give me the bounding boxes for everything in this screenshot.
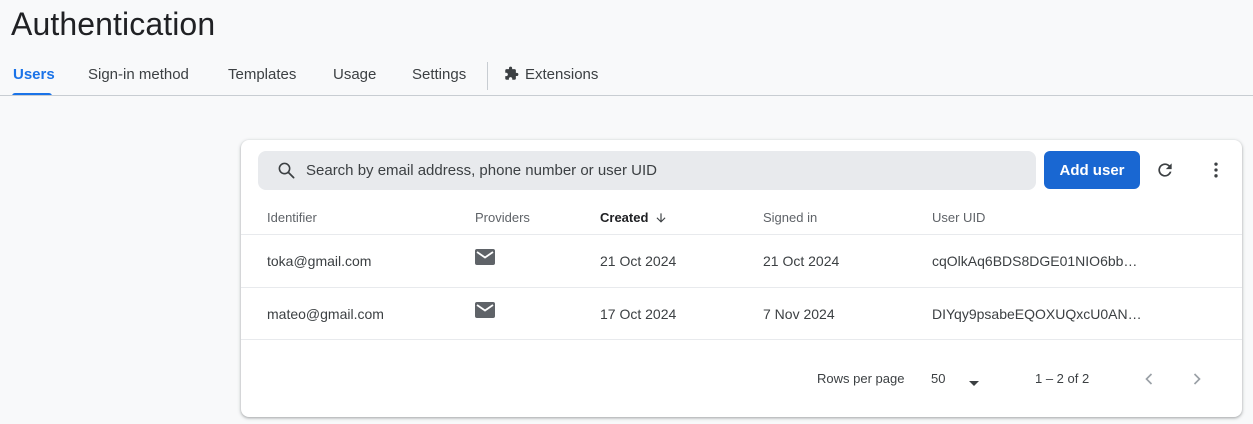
tab-bar: Users Sign-in method Templates Usage Set… <box>0 58 1253 96</box>
search-input[interactable]: Search by email address, phone number or… <box>258 151 1036 190</box>
add-user-button[interactable]: Add user <box>1044 151 1140 189</box>
tab-bar-divider <box>0 95 1253 96</box>
cell-user-uid: DIYqy9psabeEQOXUQxcU0AN… <box>932 306 1142 322</box>
column-header-providers: Providers <box>475 210 530 225</box>
table-row[interactable]: toka@gmail.com 21 Oct 2024 21 Oct 2024 c… <box>241 235 1242 287</box>
column-header-identifier: Identifier <box>267 210 317 225</box>
refresh-icon[interactable] <box>1155 160 1175 185</box>
tab-sign-in-method[interactable]: Sign-in method <box>88 66 189 83</box>
cell-identifier: mateo@gmail.com <box>267 306 384 322</box>
cell-signed-in: 7 Nov 2024 <box>763 306 835 322</box>
column-header-created[interactable]: Created <box>600 210 668 228</box>
page-title: Authentication <box>11 6 216 42</box>
tab-users[interactable]: Users <box>13 66 55 83</box>
pagination-range: 1 – 2 of 2 <box>1035 371 1090 386</box>
dropdown-arrow-icon[interactable] <box>968 375 980 393</box>
auth-page: Authentication Users Sign-in method Temp… <box>0 0 1253 424</box>
search-icon <box>277 161 296 185</box>
cell-created: 21 Oct 2024 <box>600 253 677 269</box>
cell-signed-in: 21 Oct 2024 <box>763 253 840 269</box>
tab-settings[interactable]: Settings <box>412 66 466 83</box>
chevron-right-icon[interactable] <box>1187 369 1207 394</box>
chevron-left-icon[interactable] <box>1139 369 1159 394</box>
tab-templates[interactable]: Templates <box>228 66 296 83</box>
rows-per-page-label: Rows per page <box>817 371 905 386</box>
cell-identifier: toka@gmail.com <box>267 253 372 269</box>
cell-user-uid: cqOlkAq6BDS8DGE01NIO6bb… <box>932 253 1138 269</box>
arrow-down-icon <box>654 211 668 228</box>
table-row[interactable]: mateo@gmail.com 17 Oct 2024 7 Nov 2024 D… <box>241 288 1242 340</box>
users-table-card: Search by email address, phone number or… <box>241 140 1242 417</box>
column-header-created-label: Created <box>600 210 649 225</box>
column-header-user-uid: User UID <box>932 210 986 225</box>
row-divider <box>241 339 1242 340</box>
extension-icon <box>504 66 519 85</box>
cell-created: 17 Oct 2024 <box>600 306 677 322</box>
tab-usage[interactable]: Usage <box>333 66 376 83</box>
email-icon <box>475 302 495 321</box>
more-vert-icon[interactable] <box>1206 160 1226 185</box>
column-header-signed-in: Signed in <box>763 210 818 225</box>
tab-extensions-label: Extensions <box>525 66 599 83</box>
tab-extensions[interactable]: Extensions <box>504 66 598 85</box>
email-icon <box>475 249 495 268</box>
rows-per-page-select[interactable]: 50 <box>931 371 945 386</box>
search-placeholder: Search by email address, phone number or… <box>306 162 658 179</box>
tab-divider <box>487 62 488 90</box>
